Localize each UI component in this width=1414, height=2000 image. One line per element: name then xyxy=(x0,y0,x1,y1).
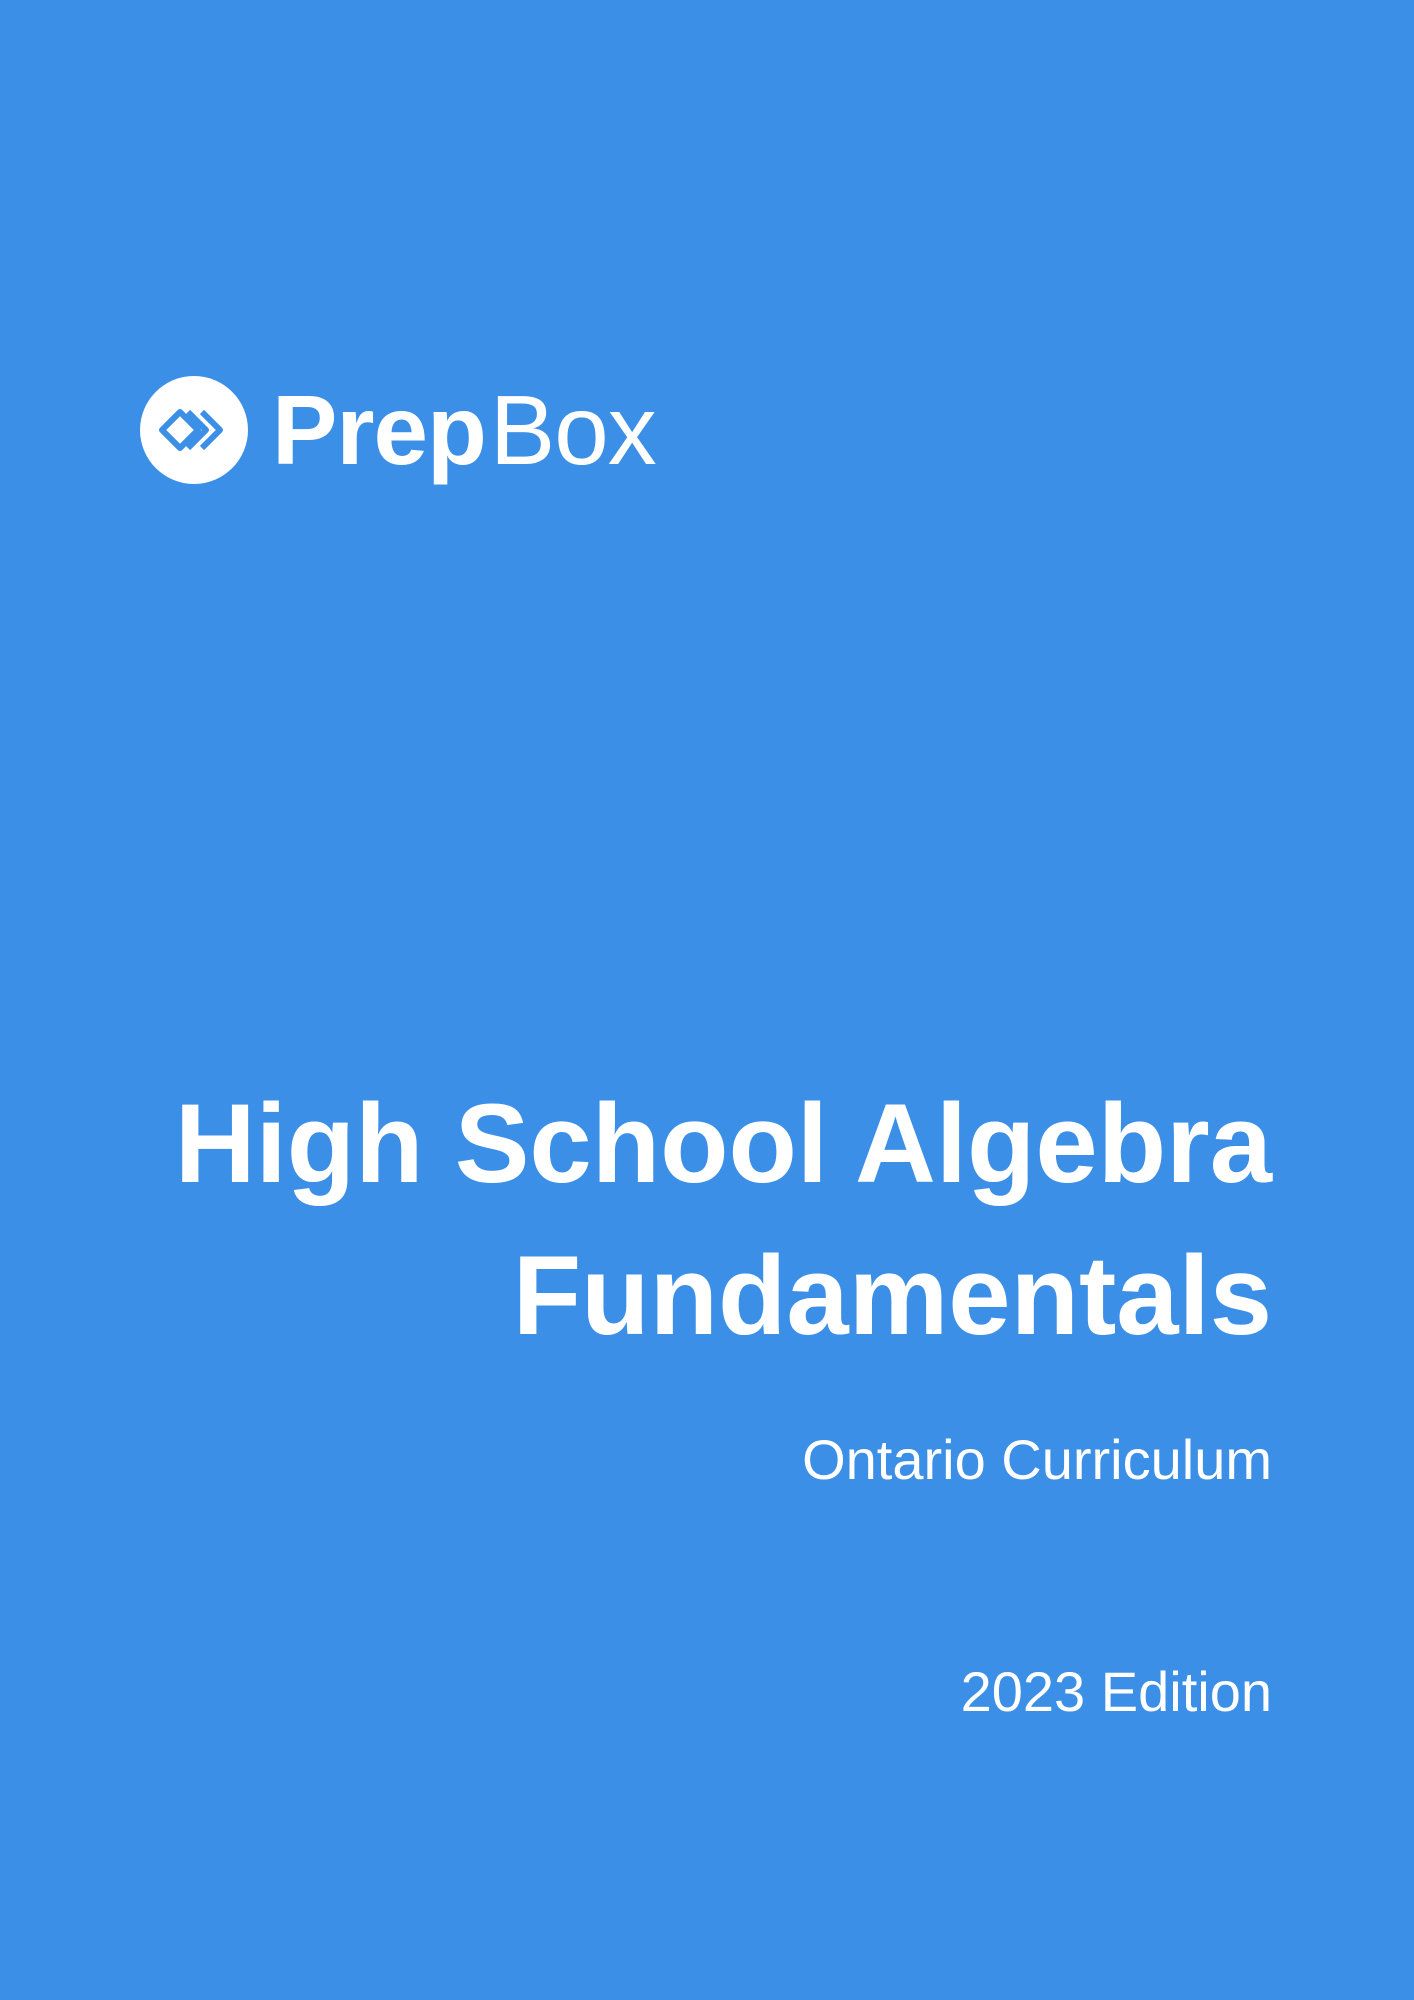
prepbox-logo-icon xyxy=(140,376,248,484)
brand-wordmark: Prep Box xyxy=(272,375,657,485)
brand-name-bold: Prep xyxy=(272,375,487,485)
book-title: High School Algebra Fundamentals xyxy=(122,1068,1272,1372)
brand-name-light: Box xyxy=(489,375,657,485)
book-cover: Prep Box High School Algebra Fundamental… xyxy=(0,0,1414,2000)
edition-label: 2023 Edition xyxy=(960,1660,1272,1723)
book-subtitle: Ontario Curriculum xyxy=(802,1428,1272,1491)
title-line-1: High School Algebra xyxy=(174,1081,1272,1206)
title-line-2: Fundamentals xyxy=(512,1233,1272,1358)
brand-logo: Prep Box xyxy=(140,375,657,485)
